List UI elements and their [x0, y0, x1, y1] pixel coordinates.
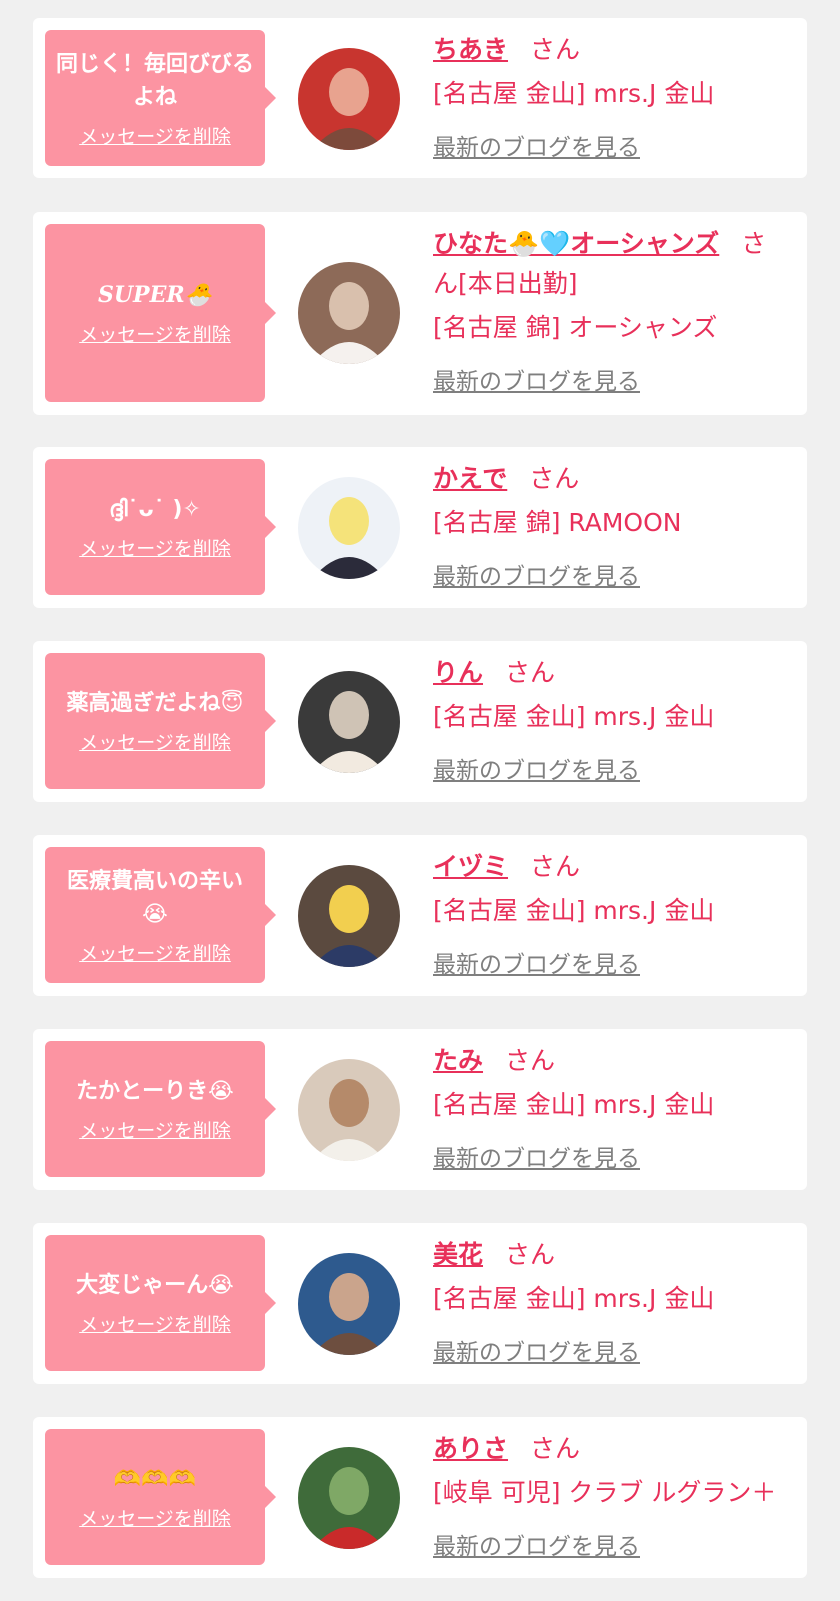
delete-message-link[interactable]: メッセージを削除	[79, 1504, 231, 1531]
latest-blog-link[interactable]: 最新のブログを見る	[433, 751, 640, 785]
avatar-photo-icon	[298, 262, 400, 364]
message-card: 大変じゃーん😭 メッセージを削除 美花 さん [名古屋 金山] mrs.J 金山最新のブ…	[33, 1223, 807, 1384]
name-line: ちあき さん	[433, 30, 789, 70]
message-card: 医療費高いの辛い😭 メッセージを削除 イヅミ さん [名古屋 金山] mrs.J 金山最…	[33, 835, 807, 996]
message-text: 大変じゃーん😭	[76, 1273, 234, 1298]
delete-message-link[interactable]: メッセージを削除	[79, 320, 231, 347]
name-line: たみ さん	[433, 1041, 789, 1081]
message-card: SUPER🐣 メッセージを削除 ひなた🐣🩵オーシャンズ さん[本日出勤] [名古屋 錦]…	[33, 212, 807, 415]
avatar[interactable]	[298, 1447, 400, 1549]
profile-name-link[interactable]: ちあき	[433, 35, 508, 64]
avatar[interactable]	[298, 865, 400, 967]
profile-name-link[interactable]: かえで	[433, 464, 507, 493]
profile-info: ありさ さん [岐阜 可児] クラブ ルグラン＋ 最新のブログを見る	[433, 1429, 789, 1561]
profile-info: 美花 さん [名古屋 金山] mrs.J 金山最新のブログを見る	[433, 1235, 789, 1367]
shop-text: [名古屋 錦] オーシャンズ	[433, 313, 718, 342]
status-text: [本日出勤]	[458, 269, 578, 298]
avatar-photo-icon	[298, 477, 400, 579]
shop-text: [名古屋 金山] mrs.J 金山	[433, 1284, 715, 1313]
avatar[interactable]	[298, 671, 400, 773]
message-bubble: たかとーりき😭 メッセージを削除	[45, 1041, 276, 1177]
honorific-label: さん	[505, 1240, 556, 1269]
latest-blog-link[interactable]: 最新のブログを見る	[433, 1333, 640, 1367]
shop-text: [名古屋 金山] mrs.J 金山	[433, 896, 715, 925]
message-text: 薬高過ぎだよね😇	[66, 691, 244, 716]
delete-message-link[interactable]: メッセージを削除	[79, 1310, 231, 1337]
message-text: SUPER🐣	[97, 282, 213, 308]
delete-message-link[interactable]: メッセージを削除	[79, 122, 231, 149]
message-list: 同じく！毎回びびるよね メッセージを削除 ちあき さん [名古屋 金山] mrs.J 金…	[0, 0, 840, 1601]
message-card: たかとーりき😭 メッセージを削除 たみ さん [名古屋 金山] mrs.J 金山最新のブ…	[33, 1029, 807, 1190]
name-line: 美花 さん	[433, 1235, 789, 1275]
avatar[interactable]	[298, 477, 400, 579]
delete-message-link[interactable]: メッセージを削除	[79, 1116, 231, 1143]
message-card: ദ്ദി˙ᴗ˙ )✧ メッセージを削除 かえで さん [名古屋 錦] RAMOON 最新の…	[33, 447, 807, 608]
message-card: 🫶🫶🫶 メッセージを削除 ありさ さん [岐阜 可児] クラブ ルグラン＋ 最新のブログを…	[33, 1417, 807, 1578]
message-bubble: ദ്ദി˙ᴗ˙ )✧ メッセージを削除	[45, 459, 276, 595]
avatar[interactable]	[298, 48, 400, 150]
avatar[interactable]	[298, 1059, 400, 1161]
message-text: 🫶🫶🫶	[113, 1467, 197, 1492]
honorific-label: さん	[505, 658, 556, 687]
name-line: イヅミ さん	[433, 847, 789, 887]
profile-name-link[interactable]: イヅミ	[433, 852, 508, 881]
name-line: かえで さん	[433, 459, 789, 499]
latest-blog-link[interactable]: 最新のブログを見る	[433, 1139, 640, 1173]
latest-blog-link[interactable]: 最新のブログを見る	[433, 128, 640, 162]
profile-info: りん さん [名古屋 金山] mrs.J 金山最新のブログを見る	[433, 653, 789, 785]
latest-blog-link[interactable]: 最新のブログを見る	[433, 1527, 640, 1561]
profile-name-link[interactable]: 美花	[433, 1240, 483, 1269]
honorific-label: さん	[529, 464, 580, 493]
name-line: ありさ さん	[433, 1429, 789, 1469]
message-card: 同じく！毎回びびるよねメッセージを削除 ちあき さん [名古屋 金山] mrs.J 金…	[33, 18, 807, 178]
message-bubble: 薬高過ぎだよね😇 メッセージを削除	[45, 653, 276, 789]
shop-text: [名古屋 金山] mrs.J 金山	[433, 79, 715, 108]
avatar-photo-icon	[298, 1253, 400, 1355]
shop-text: [岐阜 可児] クラブ ルグラン＋	[433, 1478, 777, 1507]
latest-blog-link[interactable]: 最新のブログを見る	[433, 362, 640, 396]
name-line: ひなた🐣🩵オーシャンズ さん[本日出勤]	[433, 224, 789, 304]
profile-info: ちあき さん [名古屋 金山] mrs.J 金山最新のブログを見る	[433, 30, 789, 162]
message-text: 医療費高いの辛い😭	[66, 868, 243, 927]
profile-info: たみ さん [名古屋 金山] mrs.J 金山最新のブログを見る	[433, 1041, 789, 1173]
profile-name-link[interactable]: ありさ	[433, 1434, 508, 1463]
delete-message-link[interactable]: メッセージを削除	[79, 534, 231, 561]
honorific-label: さん	[530, 1434, 581, 1463]
avatar[interactable]	[298, 262, 400, 364]
message-bubble: 大変じゃーん😭 メッセージを削除	[45, 1235, 276, 1371]
avatar-photo-icon	[298, 865, 400, 967]
avatar-photo-icon	[298, 1059, 400, 1161]
profile-info: イヅミ さん [名古屋 金山] mrs.J 金山最新のブログを見る	[433, 847, 789, 979]
shop-text: [名古屋 金山] mrs.J 金山	[433, 702, 715, 731]
message-text: たかとーりき😭	[76, 1079, 234, 1104]
message-bubble: 🫶🫶🫶 メッセージを削除	[45, 1429, 276, 1565]
message-bubble: 医療費高いの辛い😭 メッセージを削除	[45, 847, 276, 983]
name-line: りん さん	[433, 653, 789, 693]
avatar-photo-icon	[298, 671, 400, 773]
shop-text: [名古屋 金山] mrs.J 金山	[433, 1090, 715, 1119]
honorific-label: さん	[530, 35, 581, 64]
avatar-photo-icon	[298, 1447, 400, 1549]
latest-blog-link[interactable]: 最新のブログを見る	[433, 945, 640, 979]
profile-info: かえで さん [名古屋 錦] RAMOON 最新のブログを見る	[433, 459, 789, 591]
message-bubble: SUPER🐣 メッセージを削除	[45, 224, 276, 402]
honorific-label: さん	[505, 1046, 556, 1075]
message-card: 薬高過ぎだよね😇 メッセージを削除 りん さん [名古屋 金山] mrs.J 金山最新の…	[33, 641, 807, 802]
delete-message-link[interactable]: メッセージを削除	[79, 939, 231, 966]
shop-text: [名古屋 錦] RAMOON	[433, 508, 682, 537]
profile-info: ひなた🐣🩵オーシャンズ さん[本日出勤] [名古屋 錦] オーシャンズ最新のブログを…	[433, 224, 789, 396]
avatar[interactable]	[298, 1253, 400, 1355]
honorific-label: さん	[530, 852, 581, 881]
message-text: ദ്ദി˙ᴗ˙ )✧	[109, 497, 201, 522]
delete-message-link[interactable]: メッセージを削除	[79, 728, 231, 755]
message-bubble: 同じく！毎回びびるよねメッセージを削除	[45, 30, 276, 166]
profile-name-link[interactable]: りん	[433, 658, 483, 687]
profile-name-link[interactable]: ひなた🐣🩵オーシャンズ	[433, 229, 719, 258]
latest-blog-link[interactable]: 最新のブログを見る	[433, 557, 640, 591]
avatar-photo-icon	[298, 48, 400, 150]
profile-name-link[interactable]: たみ	[433, 1046, 483, 1075]
message-text: 同じく！毎回びびるよね	[55, 51, 254, 110]
